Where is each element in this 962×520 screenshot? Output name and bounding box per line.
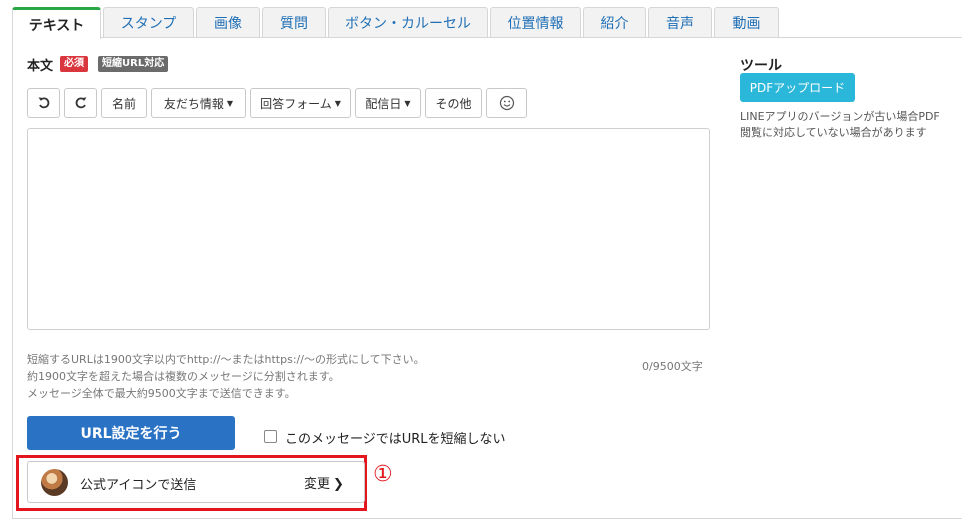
undo-button[interactable] xyxy=(27,88,60,118)
redo-button[interactable] xyxy=(64,88,97,118)
tab-panel-bottom-border xyxy=(12,518,962,519)
caret-down-icon: ▼ xyxy=(404,98,411,108)
tab-stamp[interactable]: スタンプ xyxy=(103,7,194,38)
tab-question[interactable]: 質問 xyxy=(262,7,326,38)
tab-audio[interactable]: 音声 xyxy=(648,7,712,38)
help-text-line-1: 短縮するURLは1900文字以内でhttp://〜またはhttps://〜の形式… xyxy=(27,353,425,366)
friend-info-label: 友だち情報 xyxy=(163,96,224,111)
redo-icon xyxy=(75,97,86,109)
tab-video[interactable]: 動画 xyxy=(714,7,779,38)
tab-button-carousel[interactable]: ボタン・カルーセル xyxy=(328,7,488,38)
smiley-icon xyxy=(499,95,514,111)
pdf-compatibility-note: LINEアプリのバージョンが古い場合PDF閲覧に対応していない場合があります xyxy=(740,110,940,139)
pdf-upload-button[interactable]: PDFアップロード xyxy=(740,73,855,102)
no-shorten-label[interactable]: このメッセージではURLを短縮しない xyxy=(285,428,506,447)
other-button[interactable]: その他 xyxy=(425,88,482,118)
tools-title: ツール xyxy=(740,58,782,74)
undo-icon xyxy=(38,97,49,109)
tab-location[interactable]: 位置情報 xyxy=(490,7,581,38)
message-body-textarea[interactable] xyxy=(27,128,710,330)
character-counter: 0/9500文字 xyxy=(642,360,703,373)
insert-name-label: 名前 xyxy=(111,96,136,111)
friend-info-dropdown[interactable]: 友だち情報 ▼ xyxy=(151,88,246,118)
caret-down-icon: ▼ xyxy=(334,98,341,108)
tab-panel-left-border xyxy=(12,37,13,519)
tab-introduction[interactable]: 紹介 xyxy=(583,7,646,38)
chevron-right-icon: ❯ xyxy=(333,477,344,492)
other-label: その他 xyxy=(435,96,472,111)
tab-panel-top-border xyxy=(12,37,962,38)
short-url-badge: 短縮URL対応 xyxy=(98,56,169,72)
sender-icon-selector[interactable]: 公式アイコンで送信 変更 ❯ xyxy=(27,461,365,503)
no-shorten-checkbox[interactable] xyxy=(264,430,277,443)
editor-toolbar: 名前 友だち情報 ▼ 回答フォーム ▼ 配信日 ▼ その他 xyxy=(27,88,531,118)
delivery-date-label: 配信日 xyxy=(365,96,402,111)
answer-form-label: 回答フォーム xyxy=(260,96,332,111)
caret-down-icon: ▼ xyxy=(226,98,234,108)
message-type-tabs: テキスト スタンプ 画像 質問 ボタン・カルーセル 位置情報 紹介 音声 動画 xyxy=(12,7,781,39)
required-badge: 必須 xyxy=(60,56,88,72)
answer-form-dropdown[interactable]: 回答フォーム ▼ xyxy=(250,88,351,118)
emoji-button[interactable] xyxy=(486,88,527,118)
help-text-line-2: 約1900文字を超えた場合は複数のメッセージに分割されます。 xyxy=(27,370,340,383)
sender-label: 公式アイコンで送信 xyxy=(80,478,197,493)
change-sender-link[interactable]: 変更 ❯ xyxy=(304,473,344,492)
tab-image[interactable]: 画像 xyxy=(196,7,260,38)
body-label: 本文 xyxy=(27,59,54,74)
url-settings-button[interactable]: URL設定を行う xyxy=(27,416,235,450)
tab-text[interactable]: テキスト xyxy=(12,7,101,39)
annotation-marker: ① xyxy=(373,462,393,487)
change-label: 変更 xyxy=(304,477,331,492)
delivery-date-dropdown[interactable]: 配信日 ▼ xyxy=(355,88,421,118)
avatar xyxy=(41,469,68,496)
insert-name-button[interactable]: 名前 xyxy=(101,88,147,118)
help-text-line-3: メッセージ全体で最大約9500文字まで送信できます。 xyxy=(27,387,296,400)
